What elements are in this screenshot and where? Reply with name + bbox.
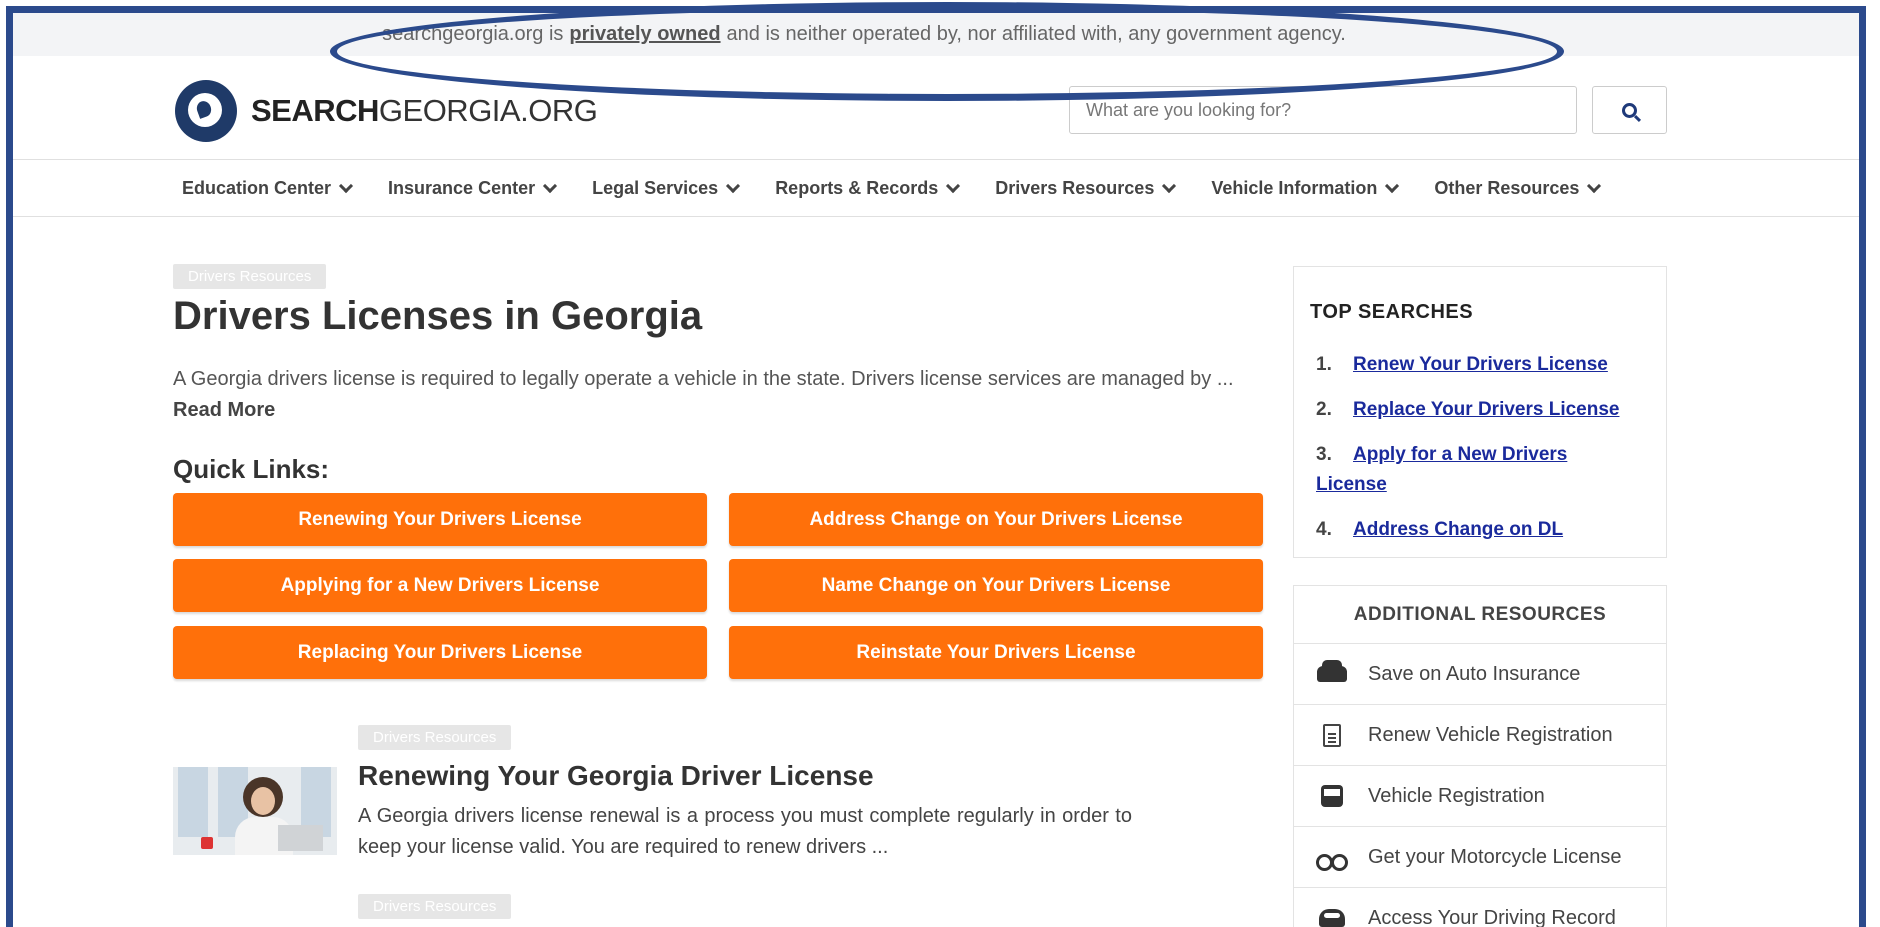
- chevron-down-icon: [1587, 178, 1602, 193]
- top-searches-list: 1. Renew Your Drivers License 2. Replace Y…: [1316, 350, 1636, 560]
- quick-link-address-change[interactable]: Address Change on Your Drivers License: [729, 493, 1263, 546]
- magnifier-icon: [1622, 102, 1637, 118]
- additional-resources-title: ADDITIONAL RESOURCES: [1294, 586, 1666, 644]
- nav-item-drivers-resources[interactable]: Drivers Resources: [995, 178, 1177, 199]
- chevron-down-icon: [1162, 178, 1177, 193]
- top-search-link[interactable]: Replace Your Drivers License: [1353, 399, 1619, 420]
- list-item: 1. Renew Your Drivers License: [1316, 354, 1608, 375]
- article-title[interactable]: Renewing Your Georgia Driver License: [358, 760, 874, 792]
- quick-link-name-change[interactable]: Name Change on Your Drivers License: [729, 559, 1263, 612]
- additional-resources-box: ADDITIONAL RESOURCES Save on Auto Insura…: [1293, 585, 1667, 927]
- logo-text: SEARCHGEORGIA.ORG: [251, 93, 598, 128]
- chevron-down-icon: [338, 178, 354, 193]
- main-nav: Education Center Insurance Center Legal …: [182, 160, 1636, 216]
- list-item: 4. Address Change on DL: [1316, 519, 1564, 540]
- nav-item-education-center[interactable]: Education Center: [182, 178, 354, 199]
- nav-item-insurance-center[interactable]: Insurance Center: [388, 178, 558, 199]
- resource-item-driving-record[interactable]: Access Your Driving Record: [1294, 888, 1666, 927]
- car-icon: [1317, 660, 1347, 682]
- article-category-tag[interactable]: Drivers Resources: [358, 725, 512, 750]
- resource-label: Get your Motorcycle License: [1368, 845, 1622, 868]
- logo-icon: [175, 80, 237, 142]
- resource-label: Save on Auto Insurance: [1368, 662, 1581, 685]
- read-more-link[interactable]: Read More: [173, 399, 275, 421]
- article-thumbnail[interactable]: [173, 767, 337, 855]
- resource-item-renew-registration[interactable]: Renew Vehicle Registration: [1294, 705, 1666, 766]
- chevron-down-icon: [946, 178, 961, 193]
- quick-link-renewing[interactable]: Renewing Your Drivers License: [173, 493, 707, 546]
- nav-item-reports-records[interactable]: Reports & Records: [775, 178, 961, 199]
- disclaimer-prefix: searchgeorgia.org is: [382, 23, 564, 45]
- resource-item-motorcycle-license[interactable]: Get your Motorcycle License: [1294, 827, 1666, 888]
- search-button[interactable]: [1592, 86, 1667, 134]
- category-tag[interactable]: Drivers Resources: [173, 264, 327, 289]
- top-search-link[interactable]: Address Change on DL: [1353, 519, 1563, 540]
- resource-label: Access Your Driving Record: [1368, 906, 1616, 927]
- list-item: 2. Replace Your Drivers License: [1316, 399, 1620, 420]
- nav-item-legal-services[interactable]: Legal Services: [592, 178, 741, 199]
- bus-icon: [1321, 785, 1343, 807]
- resource-label: Renew Vehicle Registration: [1368, 723, 1613, 746]
- nav-item-vehicle-information[interactable]: Vehicle Information: [1211, 178, 1400, 199]
- disclaimer-emphasis: privately owned: [569, 23, 721, 45]
- resource-label: Vehicle Registration: [1368, 784, 1545, 807]
- quick-links-title: Quick Links:: [173, 454, 330, 484]
- resource-item-vehicle-registration[interactable]: Vehicle Registration: [1294, 766, 1666, 827]
- nav-item-other-resources[interactable]: Other Resources: [1434, 178, 1602, 199]
- search-input[interactable]: [1069, 86, 1577, 134]
- dashboard-icon: [1319, 909, 1345, 927]
- next-article-category-tag[interactable]: Drivers Resources: [358, 894, 512, 919]
- top-search-link[interactable]: Renew Your Drivers License: [1353, 354, 1608, 375]
- site-logo[interactable]: SEARCHGEORGIA.ORG: [175, 80, 598, 142]
- quick-link-replacing[interactable]: Replacing Your Drivers License: [173, 626, 707, 679]
- motorcycle-icon: [1316, 848, 1348, 871]
- list-item: 3. Apply for a New Drivers License: [1316, 444, 1568, 495]
- top-searches-title: TOP SEARCHES: [1310, 301, 1474, 323]
- top-search-link[interactable]: Apply for a New Drivers License: [1316, 444, 1567, 495]
- disclaimer-suffix: and is neither operated by, nor affiliat…: [726, 23, 1346, 45]
- nav-divider-bottom: [13, 216, 1865, 217]
- chevron-down-icon: [1385, 178, 1400, 193]
- page-title: Drivers Licenses in Georgia: [173, 294, 703, 338]
- chevron-down-icon: [543, 178, 558, 193]
- quick-link-applying-new[interactable]: Applying for a New Drivers License: [173, 559, 707, 612]
- document-icon: [1323, 723, 1341, 747]
- article-excerpt: A Georgia drivers license renewal is a p…: [358, 805, 1132, 858]
- quick-link-reinstate[interactable]: Reinstate Your Drivers License: [729, 626, 1263, 679]
- intro-text: A Georgia drivers license is required to…: [173, 368, 1234, 421]
- disclaimer-banner: searchgeorgia.org is privately owned and…: [13, 13, 1865, 56]
- resource-item-auto-insurance[interactable]: Save on Auto Insurance: [1294, 644, 1666, 705]
- chevron-down-icon: [726, 178, 741, 193]
